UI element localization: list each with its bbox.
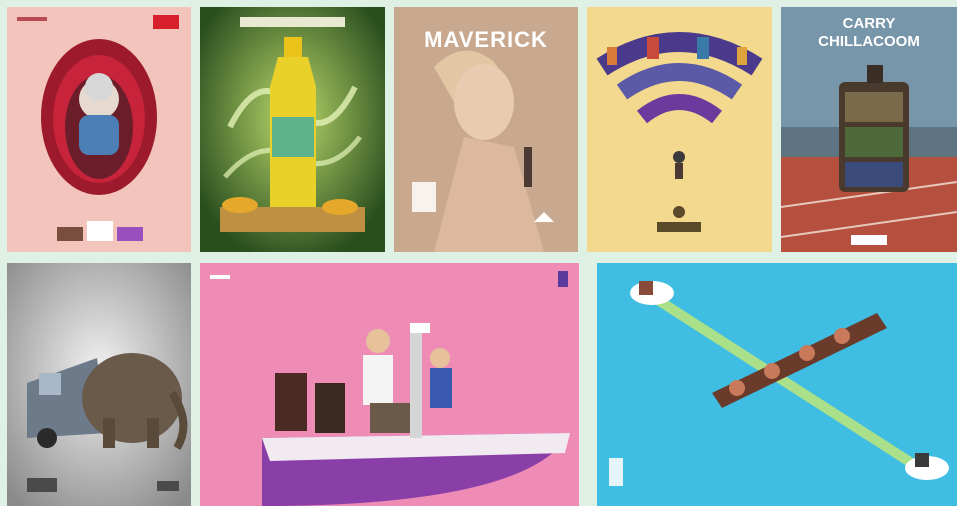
boat-relay-illustration <box>597 263 957 506</box>
gallery-tile-juice-bottle[interactable] <box>200 7 385 252</box>
open-mouth-illustration <box>7 7 191 252</box>
gallery-tile-open-mouth[interactable] <box>7 7 191 252</box>
suitcase-title-line2: CHILLACOOM <box>818 33 920 50</box>
gallery-tile-van-elephant[interactable] <box>7 263 191 506</box>
suitcase-title-line1: CARRY <box>842 15 896 32</box>
van-elephant-illustration <box>7 263 191 506</box>
gallery-tile-office-ship[interactable] <box>200 263 579 506</box>
ad-gallery-grid: MAVERICK CARRY CHILLACOOM <box>0 0 957 506</box>
juice-bottle-illustration <box>200 7 385 252</box>
wifi-city-illustration <box>587 7 772 252</box>
gallery-tile-wifi-city[interactable] <box>587 7 772 252</box>
gallery-tile-boat-relay[interactable] <box>597 263 957 506</box>
suitcase-title: CARRY CHILLACOOM <box>781 15 957 51</box>
gallery-tile-maverick-cover[interactable]: MAVERICK <box>394 7 578 252</box>
gallery-tile-suitcase-track[interactable]: CARRY CHILLACOOM <box>781 7 957 252</box>
maverick-title: MAVERICK <box>424 27 548 52</box>
office-ship-illustration <box>200 263 579 506</box>
